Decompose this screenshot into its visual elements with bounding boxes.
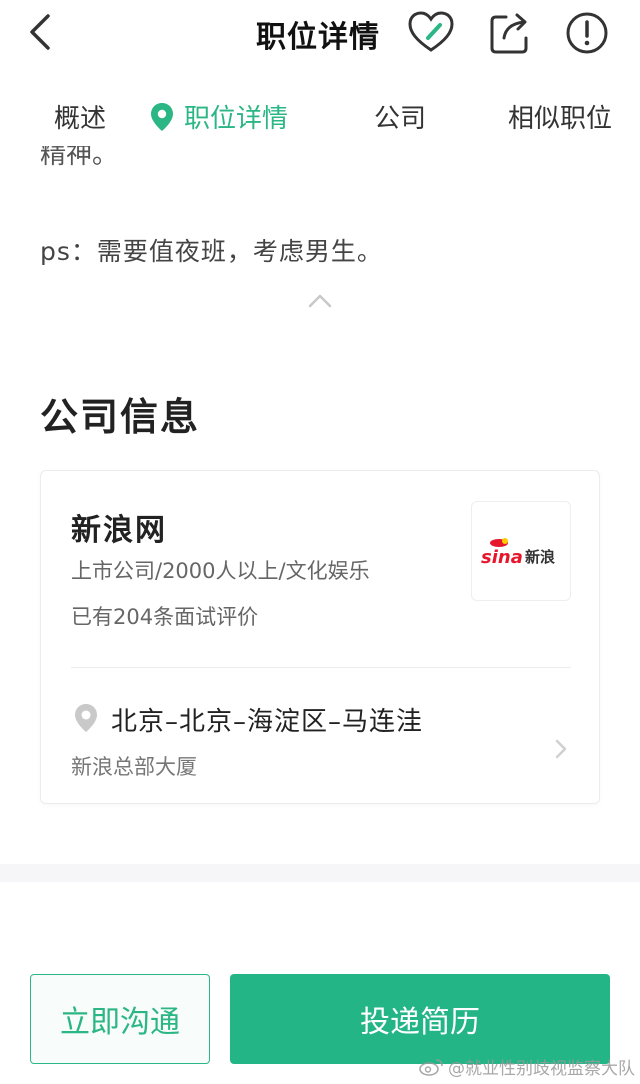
back-icon[interactable] xyxy=(22,10,62,54)
report-icon[interactable] xyxy=(562,8,612,58)
share-icon[interactable] xyxy=(486,8,536,58)
chat-now-button[interactable]: 立即沟通 xyxy=(30,974,210,1064)
chevron-right-icon[interactable] xyxy=(553,737,569,765)
page-title: 职位详情 xyxy=(256,20,380,55)
company-building: 新浪总部大厦 xyxy=(71,755,197,779)
company-address[interactable]: 北京–北京–海淀区–马连洼 xyxy=(111,701,423,738)
company-meta: 上市公司/2000人以上/文化娱乐 xyxy=(71,559,370,583)
company-name: 新浪网 xyxy=(71,513,167,548)
submit-resume-button[interactable]: 投递简历 xyxy=(230,974,610,1064)
tab-similar-jobs[interactable]: 相似职位 xyxy=(508,98,612,135)
watermark-text: @就业性别歧视监察大队 xyxy=(448,1059,635,1079)
tab-job-detail-label: 职位详情 xyxy=(184,104,289,134)
weibo-icon xyxy=(419,1058,443,1076)
job-note: ps：需要值夜班，考虑男生。 xyxy=(40,237,383,266)
chevron-up-icon[interactable] xyxy=(306,290,334,312)
location-pin-icon xyxy=(73,703,99,737)
company-section-title: 公司信息 xyxy=(40,395,201,439)
svg-text:新浪: 新浪 xyxy=(525,548,555,566)
company-reviews[interactable]: 已有204条面试评价 xyxy=(71,601,258,631)
sina-logo-icon: sina 新浪 xyxy=(481,538,555,568)
tab-overview[interactable]: 概述 xyxy=(54,98,106,135)
svg-text:sina: sina xyxy=(481,547,523,568)
weibo-watermark: @就业性别歧视监察大队 xyxy=(418,1054,635,1079)
company-logo: sina 新浪 xyxy=(471,501,571,601)
tab-company[interactable]: 公司 xyxy=(374,98,426,135)
company-card[interactable]: 新浪网 上市公司/2000人以上/文化娱乐 已有204条面试评价 sina 新浪… xyxy=(40,470,600,804)
section-tabs: 概述 职位详情 公司 相似职位 xyxy=(0,88,640,148)
location-pin-icon xyxy=(151,102,173,131)
tab-job-detail[interactable]: 职位详情 xyxy=(150,98,288,135)
divider xyxy=(71,667,571,668)
top-bar: 职位详情 xyxy=(0,0,640,72)
section-divider-band xyxy=(0,864,640,882)
heart-icon[interactable] xyxy=(406,8,456,58)
